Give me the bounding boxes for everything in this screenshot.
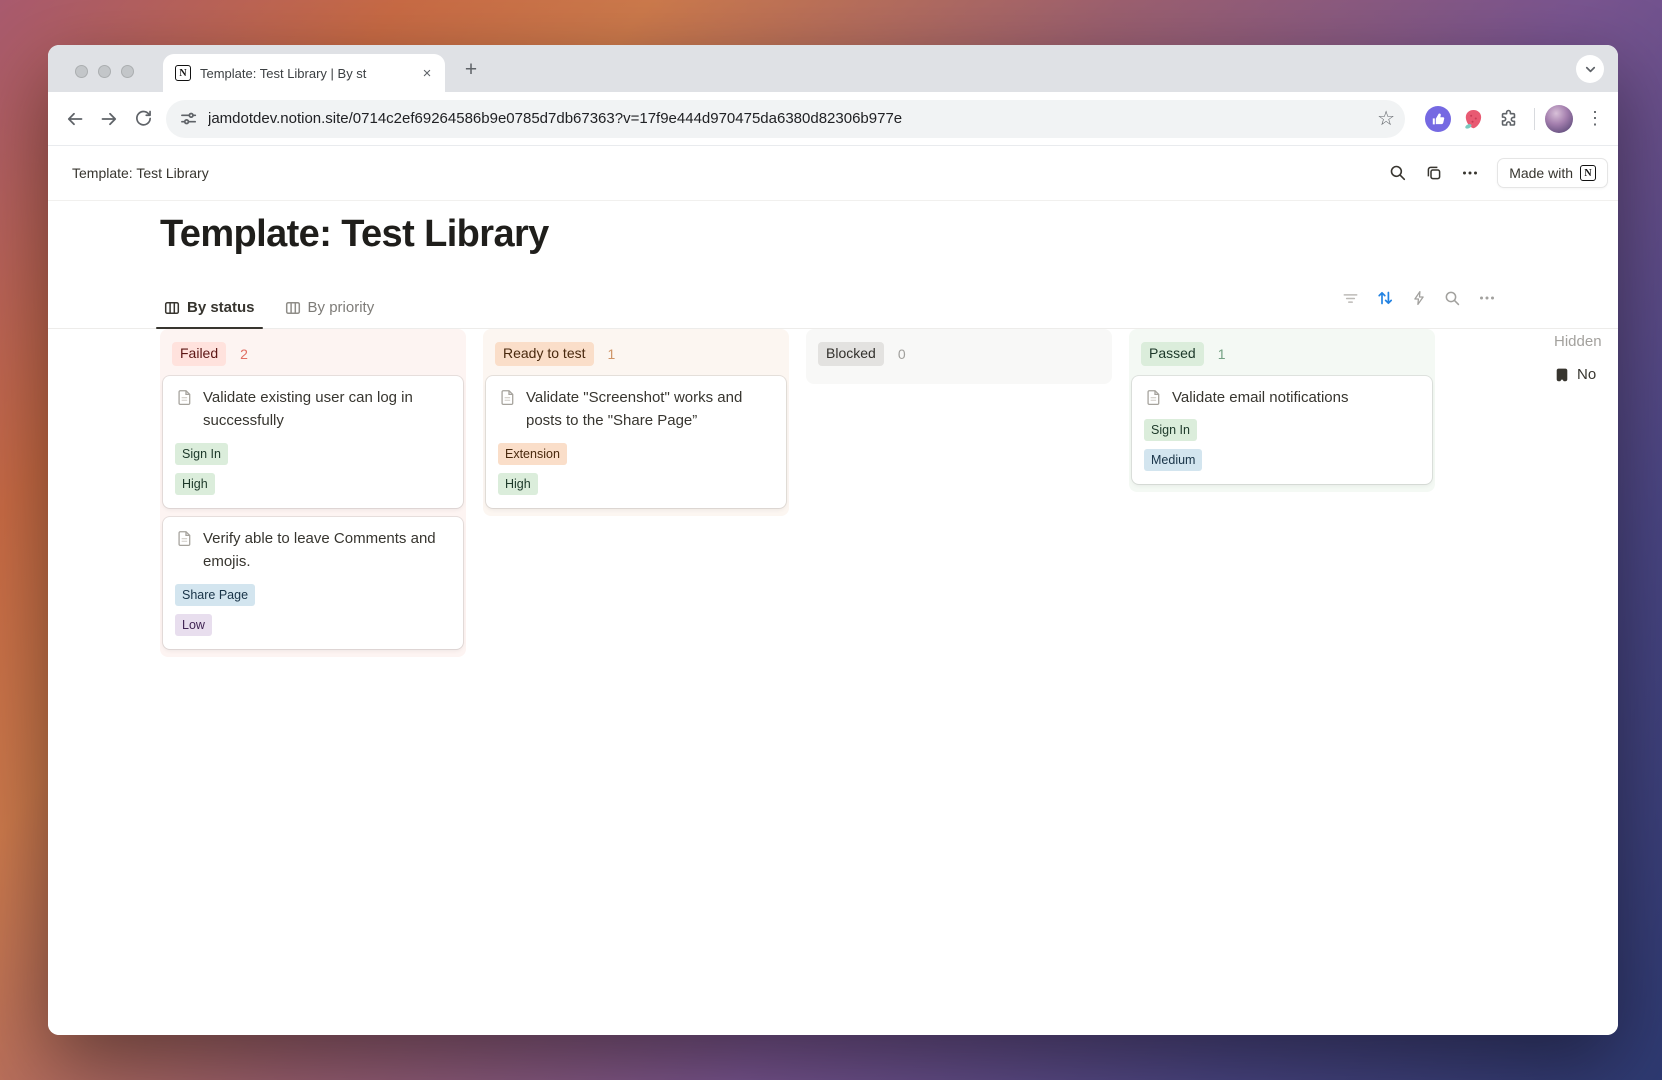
card-tags: Share Page Low <box>175 584 451 636</box>
column-count: 2 <box>240 346 248 362</box>
card-tag: Sign In <box>1144 419 1197 441</box>
hidden-groups-label: Hidden <box>1554 333 1618 350</box>
profile-avatar[interactable] <box>1545 105 1573 133</box>
card-title: Verify able to leave Comments and emojis… <box>203 530 436 571</box>
view-tab-by-priority[interactable]: By priority <box>277 299 383 329</box>
column-cards: Validate "Screenshot" works and posts to… <box>486 376 786 508</box>
notion-page: Template: Test Library By status By prio <box>48 201 1618 1035</box>
column-cards: Validate existing user can log in succes… <box>163 376 463 650</box>
card-title: Validate existing user can log in succes… <box>203 389 413 430</box>
card-tag: High <box>498 473 538 495</box>
new-tab-button[interactable]: + <box>458 57 484 83</box>
view-tabs-row: By status By priority <box>48 271 1618 329</box>
site-settings-icon[interactable] <box>180 110 197 127</box>
reload-icon[interactable] <box>126 102 160 136</box>
bookmark-star-icon[interactable]: ☆ <box>1377 109 1395 129</box>
forward-icon[interactable] <box>92 102 126 136</box>
browser-window: N Template: Test Library | By st × + <box>48 45 1618 1035</box>
made-with-notion-button[interactable]: Made with N <box>1497 158 1608 188</box>
card-tag: Low <box>175 614 212 636</box>
hidden-groups-section: Hidden No <box>1554 333 1618 383</box>
breadcrumb[interactable]: Template: Test Library <box>72 165 209 181</box>
board-card[interactable]: Validate email notifications Sign In Medi… <box>1132 376 1432 485</box>
board: Failed 2 Validate existing user can log … <box>160 329 1435 657</box>
extensions-puzzle-icon[interactable] <box>1494 105 1522 133</box>
board-column-header[interactable]: Ready to test 1 <box>486 334 786 376</box>
url-text[interactable]: jamdotdev.notion.site/0714c2ef69264586b9… <box>208 110 1377 127</box>
tab-title: Template: Test Library | By st <box>200 66 417 81</box>
hidden-group-row[interactable]: No <box>1554 366 1618 383</box>
tab-search-chevron-icon[interactable] <box>1576 55 1604 83</box>
purple-extension-icon[interactable] <box>1424 105 1452 133</box>
page-doc-icon <box>176 530 193 547</box>
filter-icon[interactable] <box>1342 290 1359 307</box>
card-tags: Sign In Medium <box>1144 419 1420 471</box>
toolbar-divider <box>1534 108 1535 130</box>
sort-icon[interactable] <box>1376 289 1394 307</box>
duplicate-icon[interactable] <box>1419 158 1449 188</box>
board-column-header[interactable]: Failed 2 <box>163 334 463 376</box>
made-with-label: Made with <box>1509 165 1573 181</box>
view-toolbar <box>1342 289 1496 307</box>
page-doc-icon <box>499 389 516 406</box>
card-tags: Sign In High <box>175 443 451 495</box>
column-count: 1 <box>608 346 616 362</box>
close-tab-icon[interactable]: × <box>417 63 437 83</box>
card-tag: Extension <box>498 443 567 465</box>
card-tags: Extension High <box>498 443 774 495</box>
board-card[interactable]: Verify able to leave Comments and emojis… <box>163 517 463 649</box>
page-doc-icon <box>176 389 193 406</box>
card-tag: High <box>175 473 215 495</box>
more-options-icon[interactable] <box>1455 158 1485 188</box>
view-tab-label: By priority <box>308 299 375 316</box>
column-count: 0 <box>898 346 906 362</box>
board-column-header[interactable]: Passed 1 <box>1132 334 1432 376</box>
card-tag: Sign In <box>175 443 228 465</box>
page-title: Template: Test Library <box>160 213 549 256</box>
search-icon[interactable] <box>1383 158 1413 188</box>
column-cards: Validate email notifications Sign In Medi… <box>1132 376 1432 485</box>
window-minimize-button[interactable] <box>98 65 111 78</box>
card-title: Validate email notifications <box>1172 389 1348 406</box>
tab-strip: N Template: Test Library | By st × + <box>48 45 1618 92</box>
notion-logo-icon: N <box>1580 165 1596 181</box>
board-column: Failed 2 Validate existing user can log … <box>160 329 466 657</box>
window-close-button[interactable] <box>75 65 88 78</box>
card-title: Validate "Screenshot" works and posts to… <box>526 389 742 430</box>
column-count: 1 <box>1218 346 1226 362</box>
url-bar[interactable]: jamdotdev.notion.site/0714c2ef69264586b9… <box>166 100 1405 138</box>
browser-menu-icon[interactable]: ⋮ <box>1586 108 1604 129</box>
column-status-pill: Failed <box>172 342 226 366</box>
view-search-icon[interactable] <box>1444 290 1461 307</box>
column-status-pill: Blocked <box>818 342 884 366</box>
board-card[interactable]: Validate existing user can log in succes… <box>163 376 463 508</box>
column-status-pill: Ready to test <box>495 342 594 366</box>
board-column: Blocked 0 <box>806 329 1112 384</box>
card-tag: Share Page <box>175 584 255 606</box>
browser-tab[interactable]: N Template: Test Library | By st × <box>163 54 445 92</box>
notion-topbar: Template: Test Library Made with N <box>48 146 1618 201</box>
view-more-icon[interactable] <box>1478 289 1496 307</box>
card-tag: Medium <box>1144 449 1202 471</box>
notion-favicon-icon: N <box>175 65 191 81</box>
back-icon[interactable] <box>58 102 92 136</box>
board-column: Ready to test 1 Validate "Screenshot" wo… <box>483 329 789 516</box>
page-doc-icon <box>1145 389 1162 406</box>
board-column-header[interactable]: Blocked 0 <box>809 334 1109 376</box>
board-column: Passed 1 Validate email notifications Si… <box>1129 329 1435 492</box>
hidden-group-label: No <box>1577 366 1596 383</box>
view-tab-by-status[interactable]: By status <box>156 299 263 329</box>
window-zoom-button[interactable] <box>121 65 134 78</box>
automation-lightning-icon[interactable] <box>1411 290 1427 306</box>
browser-toolbar: jamdotdev.notion.site/0714c2ef69264586b9… <box>48 92 1618 146</box>
hidden-group-icon <box>1554 367 1570 383</box>
desktop-wallpaper: N Template: Test Library | By st × + <box>0 0 1662 1080</box>
board-card[interactable]: Validate "Screenshot" works and posts to… <box>486 376 786 508</box>
strawberry-extension-icon[interactable] <box>1459 105 1487 133</box>
column-status-pill: Passed <box>1141 342 1204 366</box>
view-tab-label: By status <box>187 299 255 316</box>
